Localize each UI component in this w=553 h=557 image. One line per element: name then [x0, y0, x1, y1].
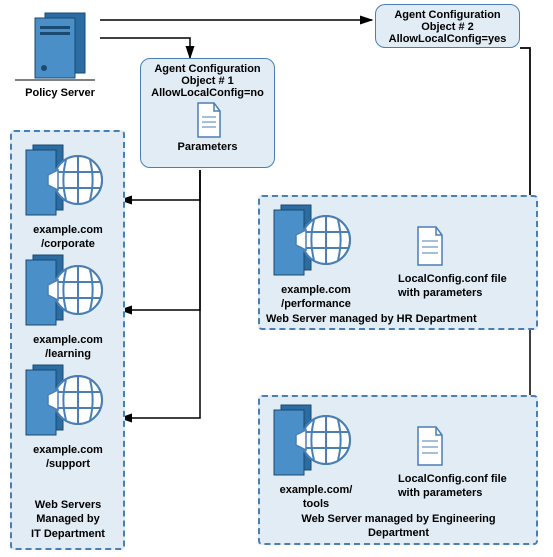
it-server-1-url1: example.com	[18, 223, 118, 237]
it-caption-l2: Managed by	[18, 512, 118, 526]
config2-line2: Object # 2	[384, 21, 511, 33]
config-object-2: Agent Configuration Object # 2 AllowLoca…	[375, 4, 520, 48]
hr-server: example.com /performance	[266, 200, 366, 312]
it-server-3-url1: example.com	[18, 443, 118, 457]
config2-line3: AllowLocalConfig=yes	[384, 33, 511, 45]
it-caption-l1: Web Servers	[18, 498, 118, 512]
config-object-1: Agent Configuration Object # 1 AllowLoca…	[140, 58, 275, 168]
eng-file-icon-wrap	[410, 425, 450, 472]
it-server-2: example.com /learning	[18, 250, 118, 362]
eng-server: example.com/ tools	[266, 400, 366, 512]
hr-file-label: LocalConfig.conf file with parameters	[398, 272, 533, 301]
it-caption-l3: IT Department	[18, 527, 118, 541]
web-server-icon	[266, 400, 366, 480]
config2-line1: Agent Configuration	[384, 9, 511, 21]
policy-server-label: Policy Server	[10, 86, 110, 100]
eng-caption-l1: Web Server managed by Engineering	[266, 512, 531, 526]
eng-file-l1: LocalConfig.conf file	[398, 472, 533, 486]
eng-caption: Web Server managed by Engineering Depart…	[266, 512, 531, 541]
web-server-icon	[18, 140, 118, 220]
web-server-icon	[266, 200, 366, 280]
eng-server-url2: tools	[266, 497, 366, 511]
hr-file-icon-wrap	[410, 225, 450, 272]
it-server-3-url2: /support	[18, 457, 118, 471]
it-dept-caption: Web Servers Managed by IT Department	[18, 498, 118, 541]
eng-file-label: LocalConfig.conf file with parameters	[398, 472, 533, 501]
it-server-3: example.com /support	[18, 360, 118, 472]
eng-server-url1: example.com/	[266, 483, 366, 497]
hr-file-l1: LocalConfig.conf file	[398, 272, 533, 286]
hr-file-l2: with parameters	[398, 286, 533, 300]
config1-line1: Agent Configuration	[149, 63, 266, 75]
it-server-2-url1: example.com	[18, 333, 118, 347]
document-icon	[188, 101, 228, 141]
policy-server: Policy Server	[10, 8, 110, 100]
config1-line3: AllowLocalConfig=no	[149, 87, 266, 99]
config1-line2: Object # 1	[149, 75, 266, 87]
config1-params-label: Parameters	[149, 141, 266, 153]
document-icon	[410, 225, 450, 269]
web-server-icon	[18, 250, 118, 330]
hr-server-url2: /performance	[266, 297, 366, 311]
it-server-1: example.com /corporate	[18, 140, 118, 252]
web-server-icon	[18, 360, 118, 440]
hr-caption: Web Server managed by HR Department	[266, 312, 531, 326]
eng-caption-l2: Department	[266, 526, 531, 540]
eng-file-l2: with parameters	[398, 486, 533, 500]
document-icon	[410, 425, 450, 469]
hr-server-url1: example.com	[266, 283, 366, 297]
server-icon	[10, 8, 100, 83]
